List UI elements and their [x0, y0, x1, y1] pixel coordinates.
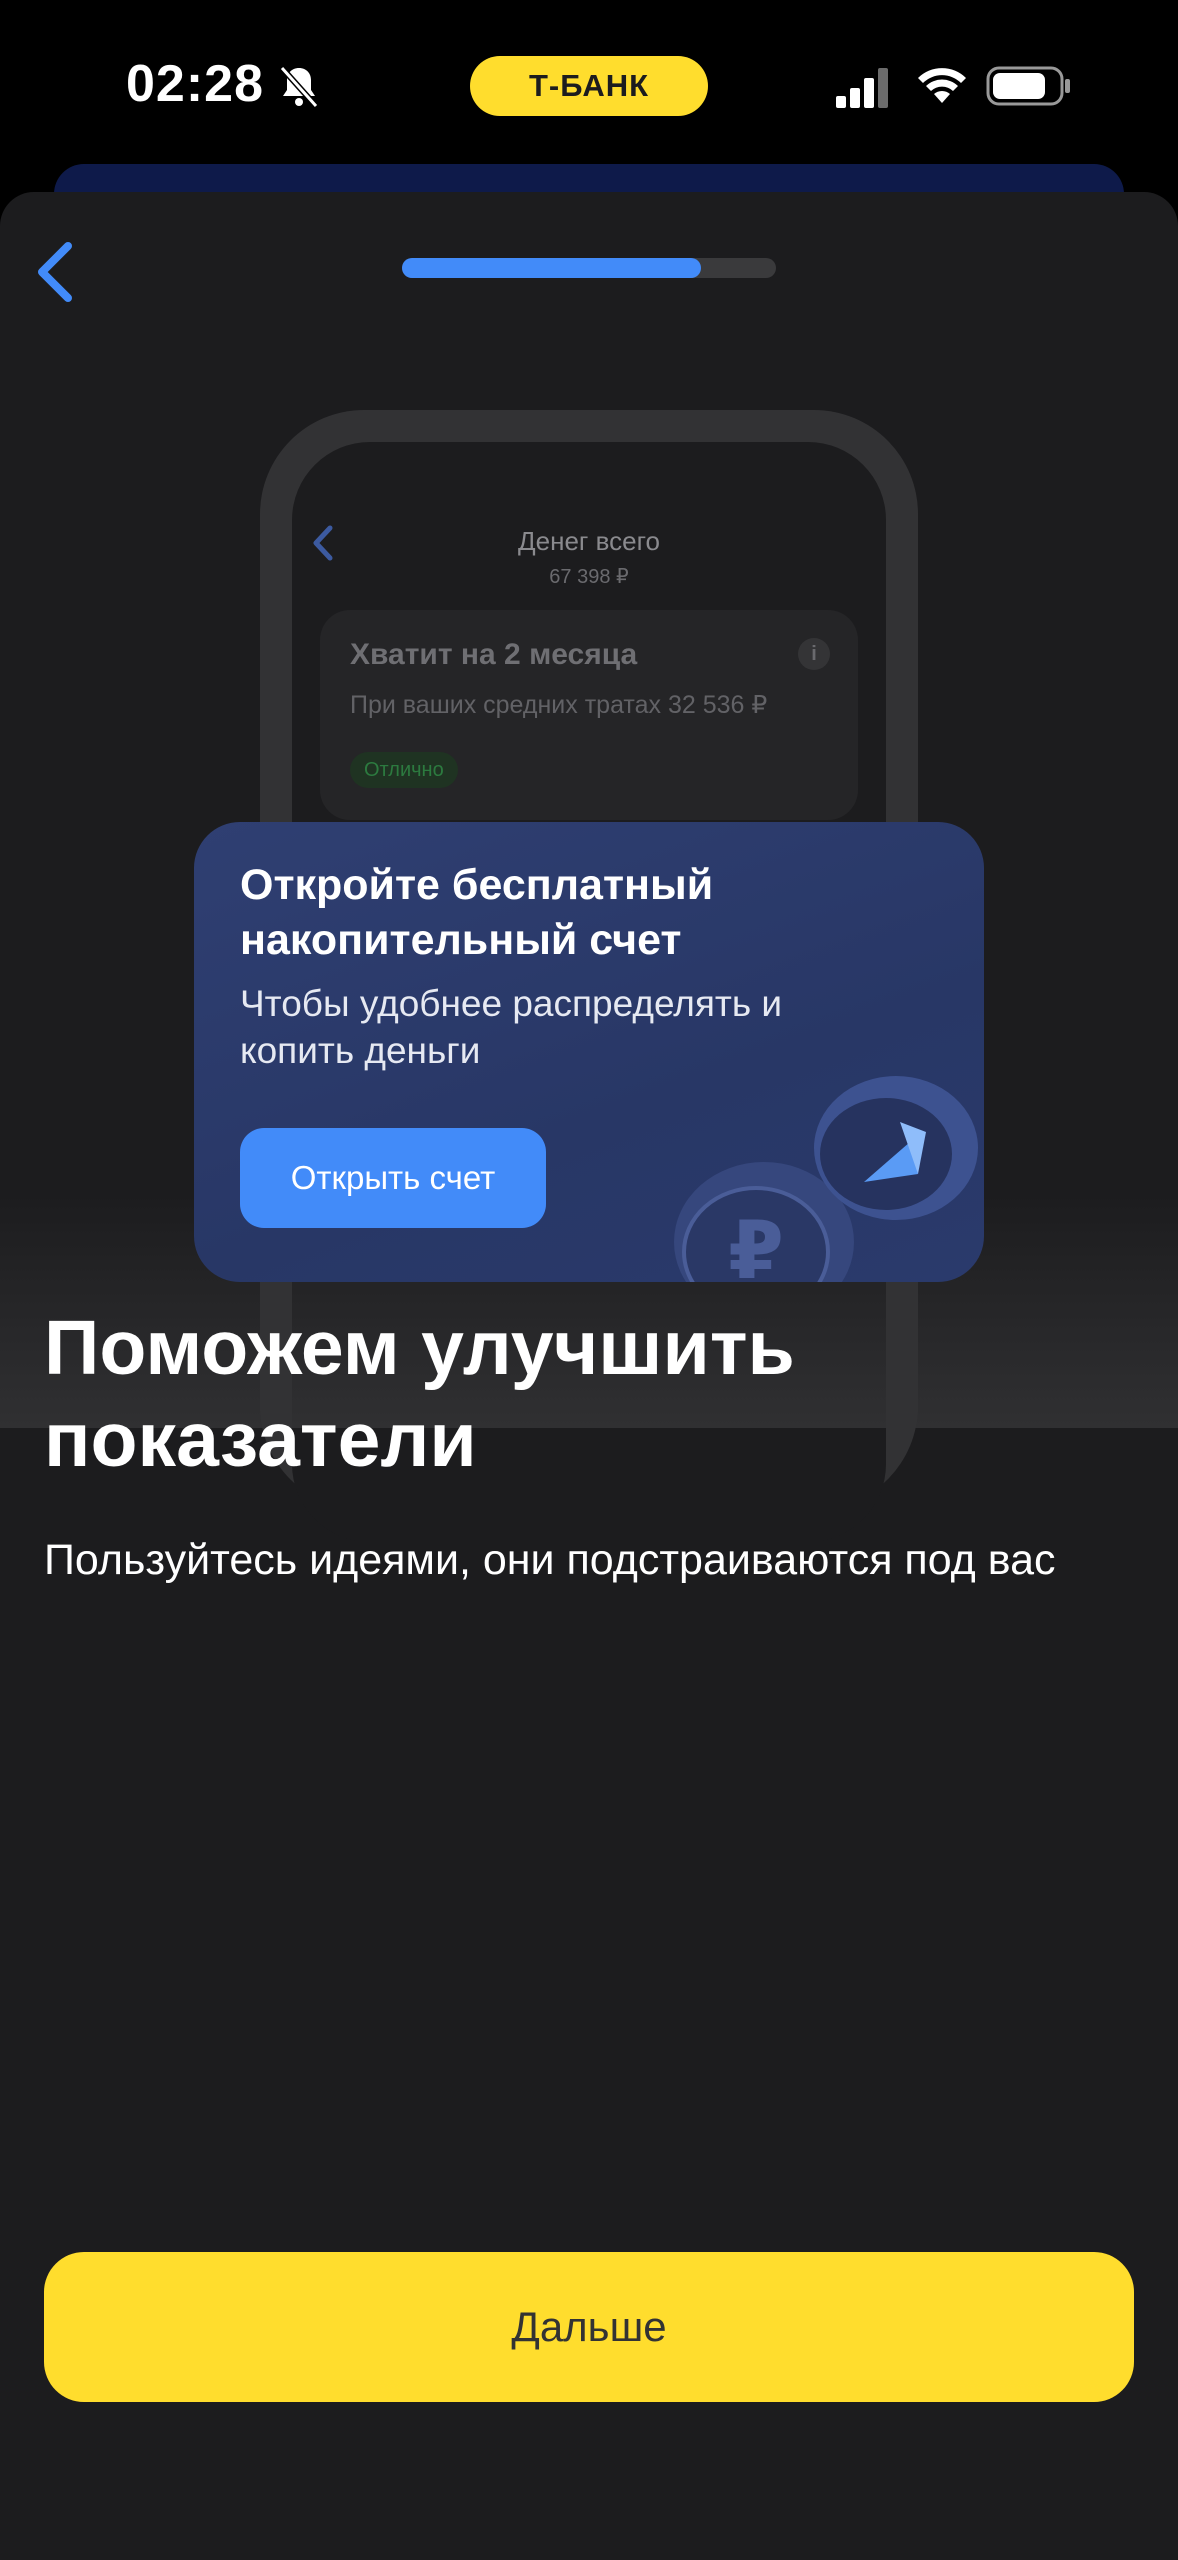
next-button[interactable]: Дальше	[44, 2252, 1134, 2402]
coins-icon: ₽	[674, 1076, 978, 1282]
signal-icon	[836, 68, 888, 108]
illustration: Денег всего 67 398 ₽ Хватит на 2 месяца …	[0, 192, 1178, 1542]
bank-pill[interactable]: Т-БАНК	[470, 56, 708, 116]
status-bar: 02:28 Т-БАНК	[0, 0, 1178, 170]
onboarding-sheet: Денег всего 67 398 ₽ Хватит на 2 месяца …	[0, 192, 1178, 2560]
phone-card-title: Хватит на 2 месяца	[350, 638, 638, 671]
open-account-button[interactable]: Открыть счет	[240, 1128, 546, 1228]
page-title: Поможем улучшить показатели	[44, 1305, 795, 1483]
phone-card-text: При ваших средних тратах 32 536 ₽	[350, 691, 768, 719]
promo-title: Откройте бесплатный накопительный счет	[240, 861, 714, 964]
bell-slash-icon	[279, 65, 319, 109]
phone-subtitle: 67 398 ₽	[549, 566, 629, 588]
status-time: 02:28	[126, 55, 264, 113]
battery-icon	[986, 66, 1070, 106]
promo-card: Откройте бесплатный накопительный счет Ч…	[194, 822, 984, 1282]
phone-card: Хватит на 2 месяца i При ваших средних т…	[320, 610, 858, 820]
status-badge: Отлично	[350, 752, 458, 788]
phone-title: Денег всего	[518, 526, 660, 556]
wifi-icon	[918, 68, 966, 103]
info-icon: i	[798, 638, 830, 670]
svg-text:₽: ₽	[728, 1204, 784, 1282]
page-subtitle: Пользуйтесь идеями, они подстраиваются п…	[44, 1536, 1056, 1584]
